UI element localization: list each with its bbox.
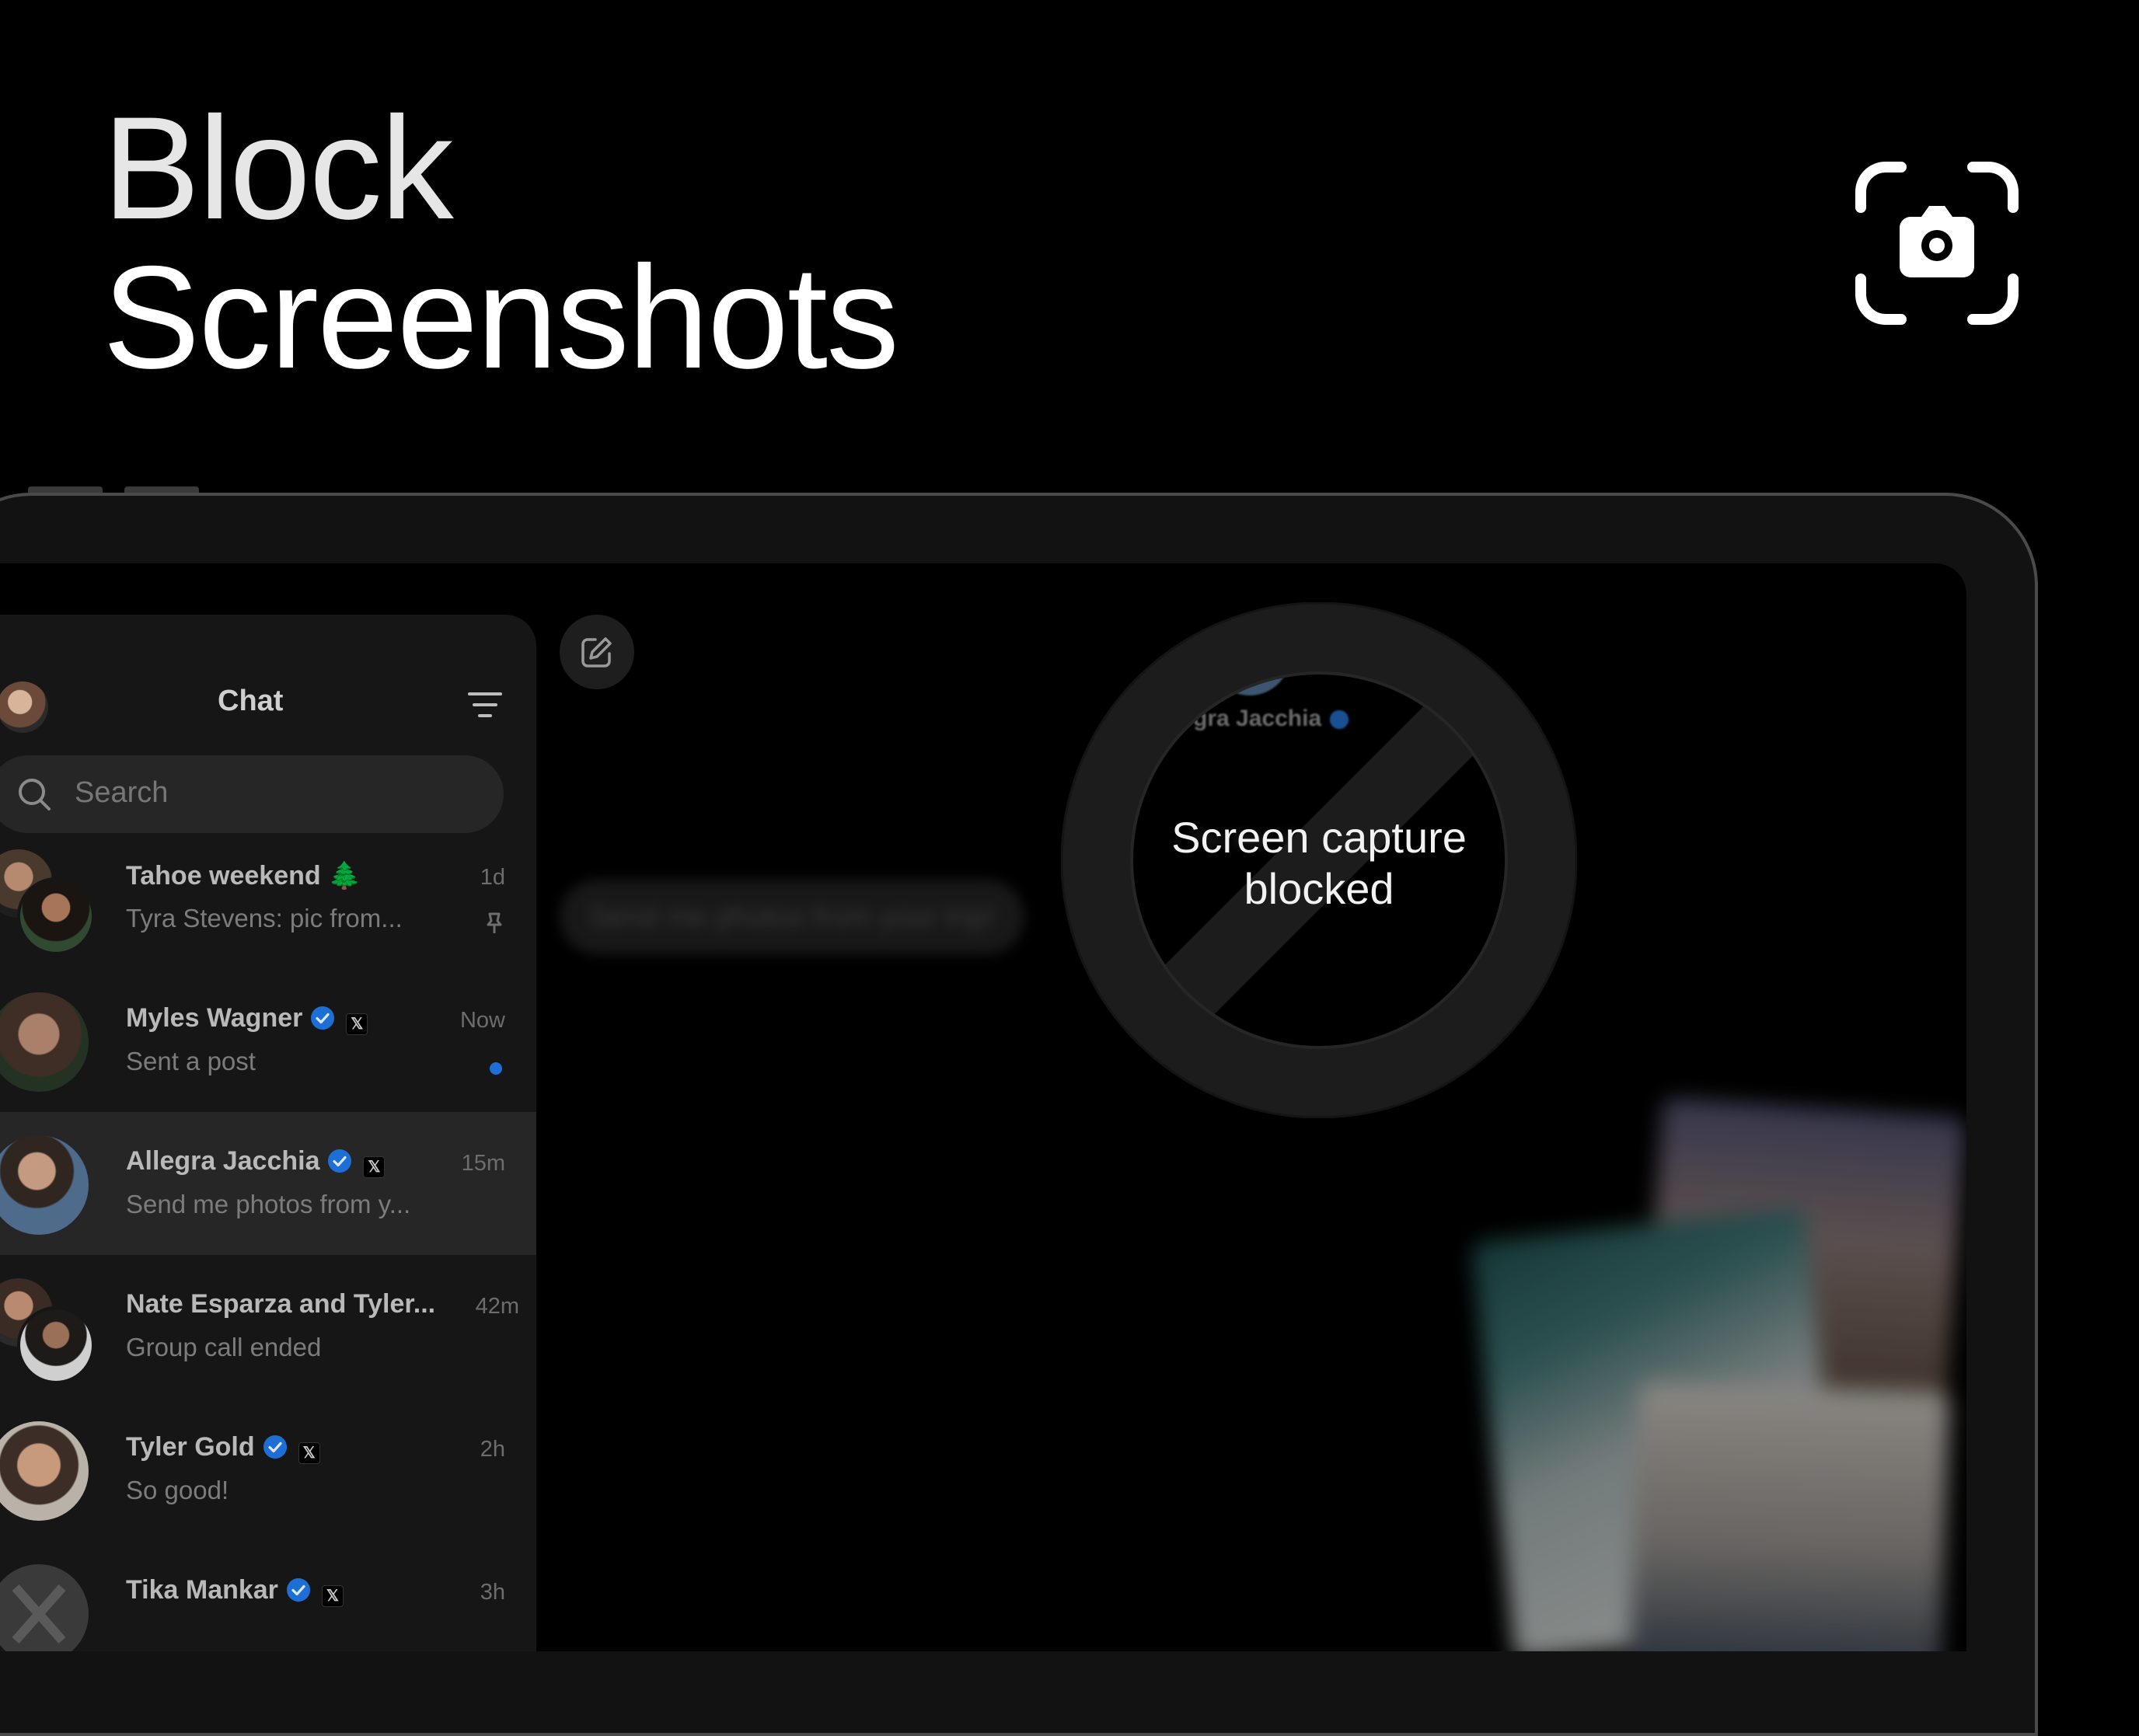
- avatar: [0, 992, 89, 1092]
- chat-time: 42m: [475, 1294, 519, 1319]
- chat-preview: Send me photos from y...: [126, 1190, 411, 1218]
- unread-indicator: [490, 1062, 502, 1075]
- chat-list-item-tika[interactable]: Tika Mankar 𝕏 3h: [0, 1541, 536, 1651]
- group-avatar: [0, 1278, 95, 1384]
- chat-preview: Sent a post: [126, 1047, 256, 1075]
- message-bubble: Send me photos from your trip!: [560, 880, 1024, 954]
- device-button: [28, 486, 103, 493]
- compose-button[interactable]: [560, 615, 634, 689]
- chat-name-group: Tika Mankar 𝕏: [126, 1575, 344, 1607]
- chat-name-group: Myles Wagner 𝕏: [126, 1003, 368, 1035]
- chat-list-item-tyler[interactable]: Tyler Gold 𝕏 So good! 2h: [0, 1398, 536, 1541]
- chat-time: 2h: [480, 1437, 505, 1462]
- chat-name-group: Allegra Jacchia 𝕏: [126, 1146, 386, 1178]
- chat-time: 3h: [480, 1580, 505, 1605]
- x-logo-icon: 𝕏: [346, 1013, 368, 1035]
- title-line-1: Block: [103, 86, 454, 249]
- sidebar-title: Chat: [218, 685, 284, 717]
- page-title: Block Screenshots: [103, 86, 899, 399]
- compose-icon: [581, 637, 612, 668]
- blocked-line-1: Screen capture: [1171, 813, 1467, 862]
- chat-list-item-tahoe[interactable]: Tahoe weekend 🌲 Tyra Stevens: pic from..…: [0, 826, 536, 969]
- verified-badge-icon: [311, 1006, 335, 1030]
- chat-time: 1d: [480, 865, 505, 890]
- photo-attachments: [1471, 1097, 1966, 1651]
- search-icon: [19, 779, 51, 810]
- filter-icon[interactable]: [468, 691, 502, 719]
- capture-blocked-message: Screen capture blocked: [1061, 812, 1577, 915]
- blocked-line-2: blocked: [1244, 864, 1394, 913]
- chat-time: Now: [459, 1008, 505, 1033]
- app-screen: Chat Search Tahoe weekend 🌲 Tyra Stevens…: [0, 563, 1966, 1651]
- chat-preview: Tyra Stevens: pic from...: [126, 904, 403, 932]
- verified-badge-icon: [263, 1435, 287, 1459]
- photo-thumbnail: [1625, 1382, 1950, 1651]
- chat-name: Tika Mankar: [126, 1575, 278, 1605]
- chat-name: Nate Esparza and Tyler...: [126, 1289, 436, 1319]
- avatar: [0, 1135, 89, 1235]
- avatar: [0, 1421, 89, 1521]
- chat-name: Tahoe weekend 🌲: [126, 861, 361, 891]
- chat-name: Allegra Jacchia: [126, 1146, 320, 1176]
- chat-list-item-allegra[interactable]: Allegra Jacchia 𝕏 Send me photos from y..…: [0, 1112, 536, 1255]
- chat-preview: Group call ended: [126, 1333, 322, 1361]
- chat-preview: So good!: [126, 1476, 229, 1504]
- chat-name: Tyler Gold: [126, 1432, 255, 1462]
- pin-icon: [487, 912, 502, 933]
- group-avatar: [0, 849, 95, 955]
- x-logo-icon: [12, 1584, 66, 1644]
- search-field[interactable]: Search: [0, 755, 504, 833]
- title-line-2: Screenshots: [103, 235, 899, 399]
- chat-list-item-nate-group[interactable]: Nate Esparza and Tyler... Group call end…: [0, 1255, 536, 1398]
- screenshot-capture-icon: [1855, 162, 2019, 325]
- verified-badge-icon: [328, 1149, 352, 1173]
- device-button: [124, 486, 199, 493]
- chat-name: Myles Wagner: [126, 1003, 303, 1033]
- avatar[interactable]: [0, 682, 48, 733]
- chat-name-group: Tyler Gold 𝕏: [126, 1432, 320, 1464]
- chat-list-item-myles[interactable]: Myles Wagner 𝕏 Sent a post Now: [0, 969, 536, 1112]
- chat-sidebar: Chat Search Tahoe weekend 🌲 Tyra Stevens…: [0, 615, 536, 1651]
- x-logo-icon: 𝕏: [298, 1442, 320, 1464]
- search-input[interactable]: Search: [75, 776, 168, 810]
- x-logo-icon: 𝕏: [363, 1156, 386, 1178]
- avatar: [0, 1564, 89, 1651]
- chat-time: 15m: [461, 1151, 505, 1176]
- verified-badge-icon: [286, 1578, 310, 1602]
